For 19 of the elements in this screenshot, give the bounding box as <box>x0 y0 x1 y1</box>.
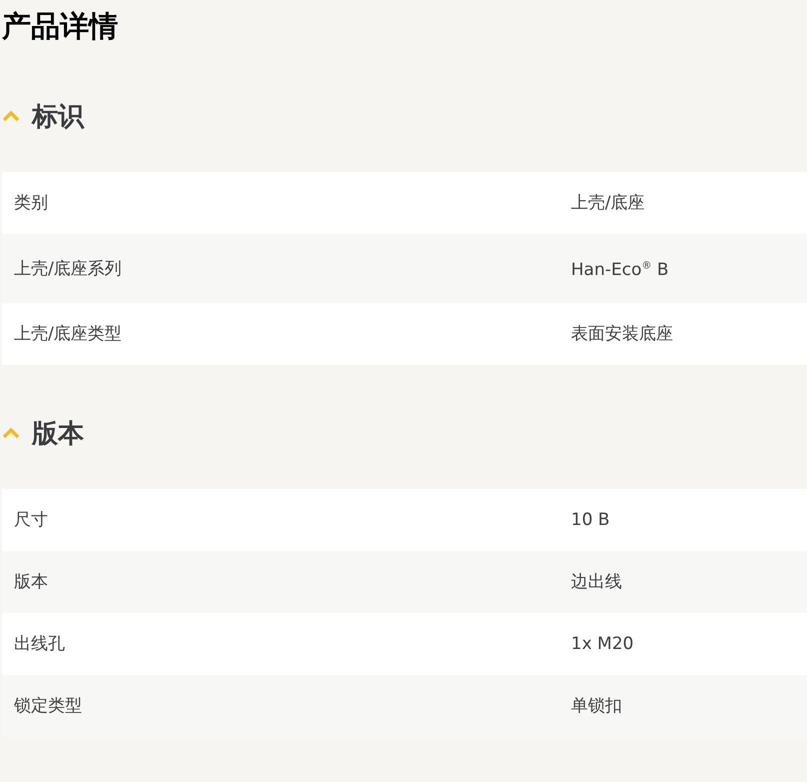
property-label: 上壳/底座类型 <box>13 323 123 346</box>
property-value: 边出线 <box>570 571 623 594</box>
property-label: 上壳/底座系列 <box>13 258 123 280</box>
property-value: 10 B <box>570 509 611 532</box>
property-value: 1x M20 <box>570 633 635 656</box>
section-title: 标识 <box>32 100 84 134</box>
property-label: 版本 <box>13 571 49 594</box>
chevron-up-icon[interactable] <box>2 110 20 122</box>
property-value: Han-Eco$^{®}$ B <box>570 259 670 282</box>
property-label: 锁定类型 <box>13 695 83 718</box>
property-label: 尺寸 <box>13 509 49 532</box>
property-value: 单锁扣 <box>570 695 623 718</box>
page-title: 产品详情 <box>1 8 119 45</box>
property-value: 表面安装底座 <box>570 323 674 346</box>
property-label: 类别 <box>13 192 49 215</box>
chevron-up-icon[interactable] <box>2 427 20 439</box>
property-label: 出线孔 <box>13 633 66 656</box>
property-value: 上壳/底座 <box>570 192 646 215</box>
section-title: 版本 <box>32 418 84 450</box>
